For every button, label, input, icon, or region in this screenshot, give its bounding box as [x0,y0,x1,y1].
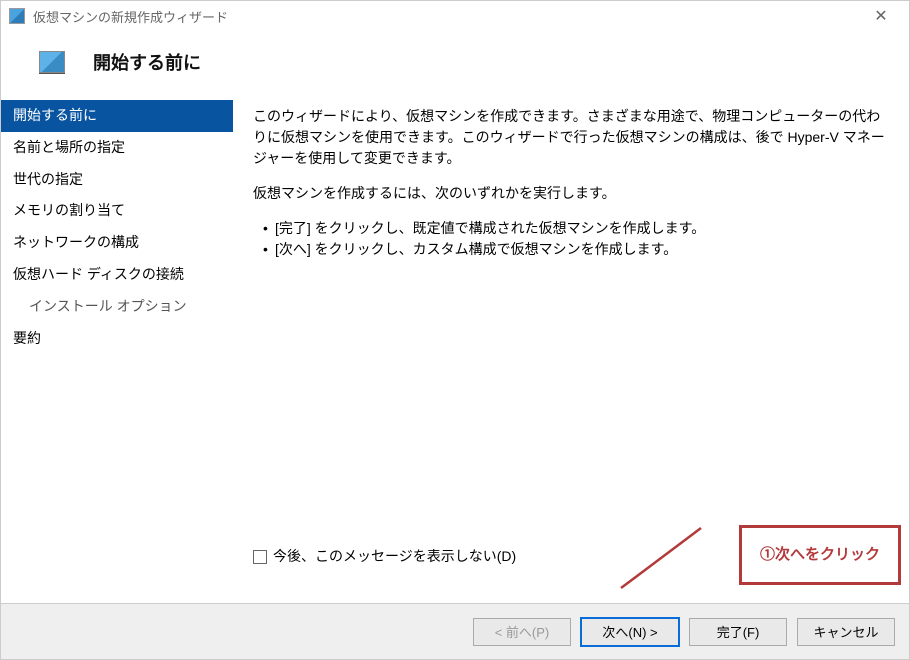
wizard-content: このウィザードにより、仮想マシンを作成できます。さまざまな用途で、物理コンピュー… [233,100,909,603]
wizard-footer: < 前へ(P) 次へ(N) > 完了(F) キャンセル [1,603,909,659]
wizard-header: 開始する前に [1,31,909,99]
prev-button: < 前へ(P) [473,618,571,646]
sidebar-item-install-options[interactable]: インストール オプション [1,291,233,323]
sidebar-item-label: 仮想ハード ディスクの接続 [13,266,184,282]
monitor-icon [39,51,65,73]
sidebar-item-label: 世代の指定 [13,171,83,187]
checkbox-icon[interactable] [253,550,267,564]
next-button[interactable]: 次へ(N) > [581,618,679,646]
annotation-callout: ①次へをクリック [739,525,901,586]
sidebar-item-memory[interactable]: メモリの割り当て [1,195,233,227]
app-icon [9,8,25,24]
finish-button[interactable]: 完了(F) [689,618,787,646]
instruction-text: 仮想マシンを作成するには、次のいずれかを実行します。 [253,183,889,204]
bullet-item: [次へ] をクリックし、カスタム構成で仮想マシンを作成します。 [275,239,889,260]
sidebar-item-vhd[interactable]: 仮想ハード ディスクの接続 [1,259,233,291]
dont-show-again-row[interactable]: 今後、このメッセージを表示しない(D) [253,546,516,567]
sidebar-item-summary[interactable]: 要約 [1,323,233,355]
sidebar-item-generation[interactable]: 世代の指定 [1,164,233,196]
sidebar-item-network[interactable]: ネットワークの構成 [1,227,233,259]
bullet-item: [完了] をクリックし、既定値で構成された仮想マシンを作成します。 [275,218,889,239]
bullet-list: [完了] をクリックし、既定値で構成された仮想マシンを作成します。 [次へ] を… [253,218,889,260]
wizard-steps-sidebar: 開始する前に 名前と場所の指定 世代の指定 メモリの割り当て ネットワークの構成… [1,100,233,603]
close-icon[interactable]: ✕ [861,2,901,30]
wizard-body: 開始する前に 名前と場所の指定 世代の指定 メモリの割り当て ネットワークの構成… [1,99,909,603]
annotation-line [611,523,711,593]
sidebar-item-name-location[interactable]: 名前と場所の指定 [1,132,233,164]
sidebar-item-label: 名前と場所の指定 [13,139,125,155]
sidebar-item-label: インストール オプション [29,298,187,314]
page-title: 開始する前に [93,49,201,75]
sidebar-item-label: ネットワークの構成 [13,234,139,250]
titlebar: 仮想マシンの新規作成ウィザード ✕ [1,1,909,31]
cancel-button[interactable]: キャンセル [797,618,895,646]
window-title: 仮想マシンの新規作成ウィザード [33,7,861,26]
annotation-text: ①次へをクリック [760,546,880,563]
sidebar-item-label: 要約 [13,330,41,346]
checkbox-label: 今後、このメッセージを表示しない(D) [273,546,516,567]
wizard-window: 仮想マシンの新規作成ウィザード ✕ 開始する前に 開始する前に 名前と場所の指定… [0,0,910,660]
sidebar-item-label: メモリの割り当て [13,202,125,218]
sidebar-item-before-you-begin[interactable]: 開始する前に [1,100,233,132]
sidebar-item-label: 開始する前に [13,107,97,123]
intro-text: このウィザードにより、仮想マシンを作成できます。さまざまな用途で、物理コンピュー… [253,106,889,169]
